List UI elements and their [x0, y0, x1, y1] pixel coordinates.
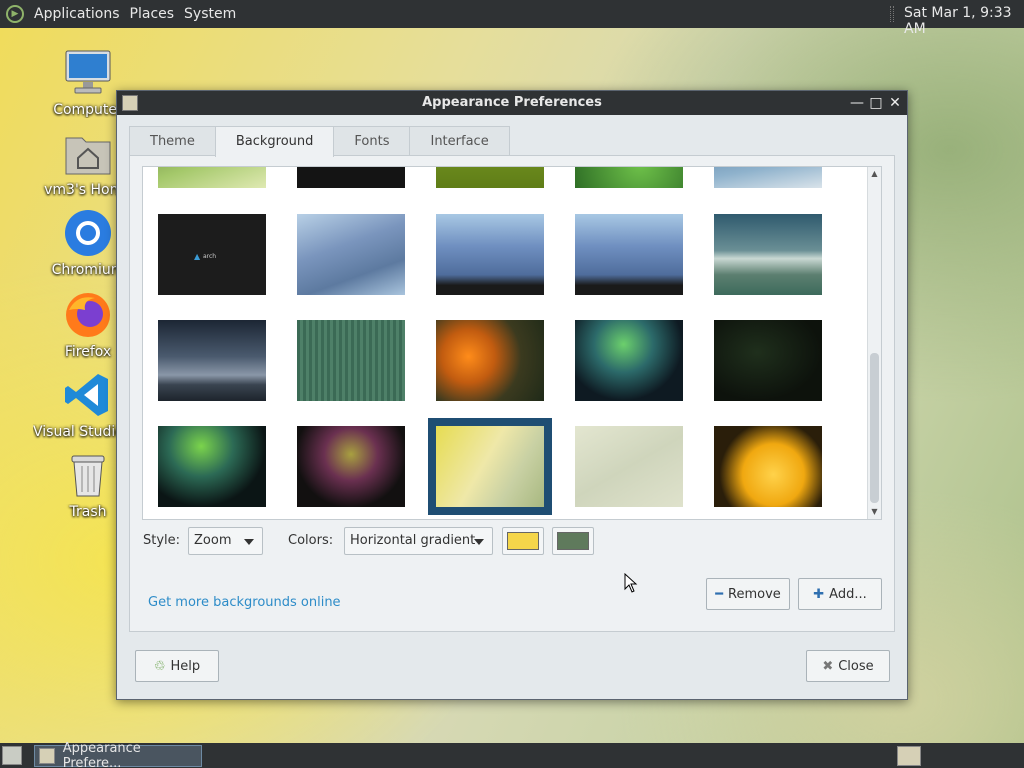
remove-button[interactable]: ━ Remove [706, 578, 790, 610]
tab-interface[interactable]: Interface [409, 126, 510, 156]
primary-color-swatch [507, 532, 539, 550]
background-thumbnail[interactable] [714, 214, 822, 295]
background-thumbnail[interactable] [297, 426, 405, 507]
close-icon: ✖ [822, 658, 834, 674]
firefox-icon [63, 290, 113, 340]
close-button-label: Close [838, 658, 874, 674]
window-titlebar[interactable]: Appearance Preferences — □ ✕ [117, 91, 907, 115]
get-more-backgrounds-link[interactable]: Get more backgrounds online [148, 595, 341, 610]
secondary-color-button[interactable] [552, 527, 594, 555]
background-thumbnail[interactable] [297, 214, 405, 295]
menu-places[interactable]: Places [126, 6, 179, 22]
menu-system[interactable]: System [180, 6, 240, 22]
background-thumbnail[interactable] [714, 320, 822, 401]
taskbar-label: Appearance Prefere... [62, 741, 141, 768]
primary-color-button[interactable] [502, 527, 544, 555]
clock[interactable]: Sat Mar 1, 9:33 AM [904, 5, 1024, 37]
svg-text:▲: ▲ [194, 252, 201, 261]
style-combo[interactable]: Zoom [188, 527, 263, 555]
style-combo-value: Zoom [194, 533, 232, 548]
distro-logo-icon[interactable]: ▶ [6, 5, 24, 23]
tab-fonts[interactable]: Fonts [333, 126, 411, 156]
tab-bar: Theme Background Fonts Interface [129, 126, 510, 157]
appearance-preferences-window: Appearance Preferences — □ ✕ Theme Backg… [116, 90, 908, 700]
chromium-icon [63, 208, 113, 258]
appearance-app-icon [39, 748, 55, 764]
menu-applications[interactable]: Applications [30, 6, 124, 22]
background-thumbnail[interactable] [436, 167, 544, 188]
tab-theme[interactable]: Theme [129, 126, 216, 156]
remove-button-label: Remove [728, 586, 781, 602]
plus-icon: ✚ [813, 586, 825, 602]
background-gallery[interactable]: ▲ arch ▲ ▼ [142, 166, 882, 520]
svg-text:arch: arch [203, 253, 216, 260]
mouse-cursor-icon [624, 573, 638, 593]
background-tab-panel: ▲ arch ▲ ▼ Style: Zoom Colors: Horizonta… [129, 155, 895, 632]
minus-icon: ━ [715, 586, 724, 602]
help-button[interactable]: ♲ Help [135, 650, 219, 682]
background-thumbnail[interactable] [297, 167, 405, 188]
colors-combo-value: Horizontal gradient [350, 533, 476, 548]
trash-icon [63, 450, 113, 500]
close-window-icon[interactable]: ✕ [886, 93, 904, 113]
taskbar-appearance-preferences[interactable]: Appearance Prefere... [34, 741, 202, 768]
background-thumbnail[interactable] [297, 320, 405, 401]
background-thumbnail[interactable] [575, 167, 683, 188]
background-thumbnail[interactable] [158, 426, 266, 507]
background-thumbnail-selected[interactable] [428, 418, 552, 515]
background-thumbnail[interactable] [158, 320, 266, 401]
background-thumbnail[interactable]: ▲ arch [158, 214, 266, 295]
computer-icon [63, 48, 113, 98]
add-button[interactable]: ✚ Add... [798, 578, 882, 610]
dropdown-arrow-icon [244, 539, 254, 545]
style-label: Style: [143, 533, 181, 548]
scroll-down-arrow-icon[interactable]: ▼ [868, 505, 881, 519]
background-thumbnail[interactable] [436, 214, 544, 295]
vscode-icon [63, 370, 113, 420]
help-icon: ♲ [153, 658, 166, 674]
background-thumbnail[interactable] [436, 320, 544, 401]
background-thumbnail[interactable] [575, 214, 683, 295]
gallery-scrollbar[interactable]: ▲ ▼ [867, 167, 881, 519]
dropdown-arrow-icon [474, 539, 484, 545]
background-thumbnail[interactable] [158, 167, 266, 188]
tab-background[interactable]: Background [214, 126, 335, 157]
close-button[interactable]: ✖ Close [806, 650, 890, 682]
scrollbar-thumb[interactable] [870, 353, 879, 503]
bottom-panel: Appearance Prefere... [0, 741, 1024, 768]
background-thumbnail[interactable] [714, 426, 822, 507]
home-folder-icon [63, 128, 113, 178]
background-thumbnail[interactable] [575, 320, 683, 401]
colors-combo[interactable]: Horizontal gradient [344, 527, 493, 555]
secondary-color-swatch [557, 532, 589, 550]
system-tray-icon[interactable] [897, 746, 921, 766]
colors-label: Colors: [288, 533, 334, 548]
add-button-label: Add... [829, 586, 867, 602]
top-panel: ▶ Applications Places System Sat Mar 1, … [0, 0, 1024, 37]
show-desktop-icon[interactable] [2, 746, 22, 765]
window-title: Appearance Preferences [422, 95, 602, 110]
background-thumbnail[interactable] [575, 426, 683, 507]
help-button-label: Help [170, 658, 201, 674]
scroll-up-arrow-icon[interactable]: ▲ [868, 167, 881, 181]
panel-separator [890, 6, 894, 22]
maximize-icon[interactable]: □ [867, 93, 885, 113]
background-thumbnail[interactable] [714, 167, 822, 188]
minimize-icon[interactable]: — [848, 93, 866, 113]
